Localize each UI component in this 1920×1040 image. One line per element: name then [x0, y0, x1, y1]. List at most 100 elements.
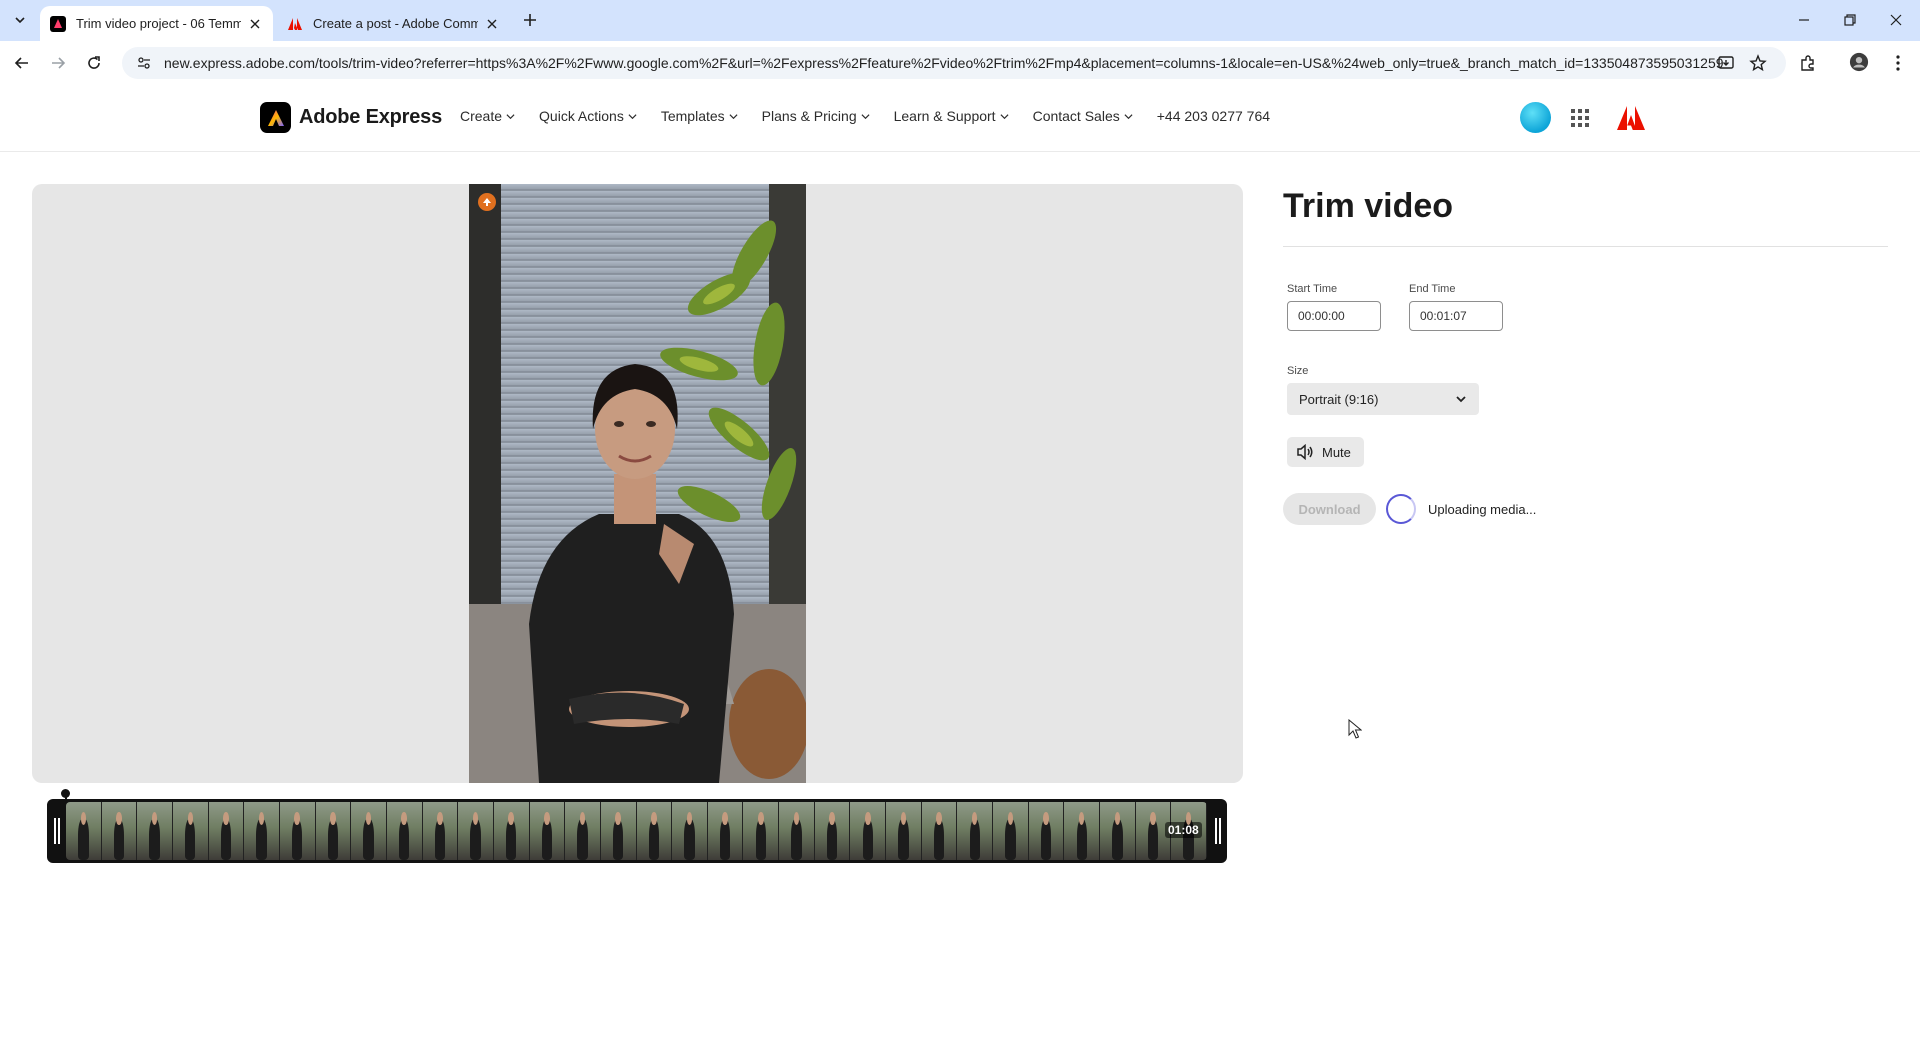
end-time-group: End Time [1409, 283, 1503, 331]
star-icon[interactable] [1748, 53, 1768, 73]
nav-label: Plans & Pricing [761, 108, 857, 124]
filmstrip-thumbnail [707, 802, 744, 860]
url-text: new.express.adobe.com/tools/trim-video?r… [164, 55, 1724, 71]
brand-name: Adobe Express [299, 106, 443, 128]
end-time-input[interactable] [1409, 301, 1503, 331]
phone-link[interactable]: +44 203 0277 764 [1157, 108, 1270, 124]
video-preview-area [32, 184, 1243, 783]
filmstrip-thumbnail [850, 802, 887, 860]
filmstrip-thumbnail [957, 802, 994, 860]
trim-timeline[interactable]: 01:08 [47, 789, 1227, 863]
plus-icon [524, 14, 536, 26]
download-row: Download Uploading media... [1283, 493, 1888, 525]
filmstrip-thumbnail [422, 802, 459, 860]
browser-tab-strip: Trim video project - 06 Temmuz Create a … [0, 0, 1920, 41]
header-right [1520, 102, 1645, 133]
filmstrip-thumbnail [172, 802, 209, 860]
size-group: Size Portrait (9:16) [1287, 365, 1888, 415]
trim-panel: Trim video Start Time End Time Size Port… [1283, 184, 1888, 525]
download-button[interactable]: Download [1283, 493, 1376, 525]
filmstrip[interactable] [66, 802, 1207, 860]
mute-button[interactable]: Mute [1287, 437, 1364, 467]
close-window-button[interactable] [1873, 8, 1919, 32]
site-info-icon[interactable] [134, 53, 154, 73]
tab-trim-video[interactable]: Trim video project - 06 Temmuz [40, 6, 273, 41]
back-button[interactable] [10, 51, 34, 75]
close-icon[interactable] [247, 16, 263, 32]
adobe-express-favicon-icon [50, 15, 66, 32]
tab-title: Trim video project - 06 Temmuz [76, 16, 241, 31]
nav-templates[interactable]: Templates [661, 108, 738, 124]
video-frame[interactable] [469, 184, 806, 783]
start-time-group: Start Time [1287, 283, 1381, 331]
filmstrip-thumbnail [315, 802, 352, 860]
size-value: Portrait (9:16) [1299, 391, 1379, 407]
profile-icon[interactable] [1849, 52, 1869, 72]
browser-toolbar: new.express.adobe.com/tools/trim-video?r… [0, 41, 1920, 85]
nav-label: Learn & Support [893, 108, 996, 124]
chevron-down-icon [506, 113, 515, 119]
chevron-down-icon [861, 113, 870, 119]
extensions-icon[interactable] [1798, 53, 1818, 73]
restore-button[interactable] [1827, 8, 1873, 32]
chevron-down-icon [628, 113, 637, 119]
chevron-down-icon [1000, 113, 1009, 119]
nav-plans-pricing[interactable]: Plans & Pricing [762, 108, 870, 124]
size-select[interactable]: Portrait (9:16) [1287, 383, 1479, 415]
nav-quick-actions[interactable]: Quick Actions [539, 108, 637, 124]
nav-label: Templates [660, 108, 725, 124]
filmstrip-thumbnail [743, 802, 780, 860]
forward-button[interactable] [46, 51, 70, 75]
chevron-down-icon [1124, 113, 1133, 119]
install-app-icon[interactable] [1716, 53, 1736, 73]
site-header: Adobe Express Create Quick Actions Templ… [0, 85, 1920, 152]
filmstrip-thumbnail [886, 802, 922, 860]
filmstrip-thumbnail [208, 802, 245, 860]
loading-spinner-icon [1386, 494, 1416, 524]
filmstrip-thumbnail [493, 802, 530, 860]
filmstrip-thumbnail [66, 802, 102, 860]
filmstrip-thumbnail [1064, 802, 1101, 860]
speaker-icon [1297, 444, 1313, 460]
brand-link[interactable]: Adobe Express [260, 102, 442, 133]
minimize-button[interactable] [1781, 8, 1827, 32]
tab-create-post[interactable]: Create a post - Adobe Commun [277, 6, 510, 41]
filmstrip-thumbnail [137, 802, 173, 860]
adobe-logo-icon[interactable] [1617, 104, 1645, 132]
avatar[interactable] [1520, 102, 1551, 133]
video-still [469, 184, 806, 783]
filmstrip-thumbnail [529, 802, 566, 860]
filmstrip-thumbnail [101, 802, 138, 860]
chevron-down-icon [729, 113, 738, 119]
kebab-menu-icon[interactable] [1888, 53, 1908, 73]
tab-search-button[interactable] [8, 8, 32, 32]
forward-icon [52, 57, 66, 69]
reload-button[interactable] [82, 51, 106, 75]
chevron-down-icon [1456, 396, 1466, 403]
nav-label: Create [460, 108, 503, 124]
nav-learn-support[interactable]: Learn & Support [894, 108, 1009, 124]
time-fields: Start Time End Time [1283, 283, 1888, 331]
nav-create[interactable]: Create [460, 108, 515, 124]
start-time-label: Start Time [1287, 283, 1338, 295]
filmstrip-thumbnail [1028, 802, 1065, 860]
filmstrip-thumbnail [386, 802, 423, 860]
nav-label: Quick Actions [539, 108, 624, 124]
tab-title: Create a post - Adobe Commun [313, 16, 478, 31]
filmstrip-thumbnail [458, 802, 494, 860]
start-time-input[interactable] [1287, 301, 1381, 331]
page-title: Trim video [1283, 187, 1454, 225]
new-tab-button[interactable] [518, 8, 542, 32]
trim-end-handle[interactable] [1209, 799, 1226, 863]
adobe-favicon-icon [288, 17, 302, 30]
address-bar[interactable]: new.express.adobe.com/tools/trim-video?r… [122, 47, 1786, 79]
filmstrip-thumbnail [636, 802, 673, 860]
size-label: Size [1287, 365, 1309, 377]
filmstrip-thumbnail [1100, 802, 1136, 860]
adobe-express-logo-icon [260, 102, 291, 133]
close-icon[interactable] [484, 16, 500, 32]
trim-start-handle[interactable] [48, 799, 65, 863]
apps-grid-icon[interactable] [1569, 107, 1591, 129]
end-time-label: End Time [1409, 283, 1456, 295]
nav-contact-sales[interactable]: Contact Sales [1033, 108, 1133, 124]
